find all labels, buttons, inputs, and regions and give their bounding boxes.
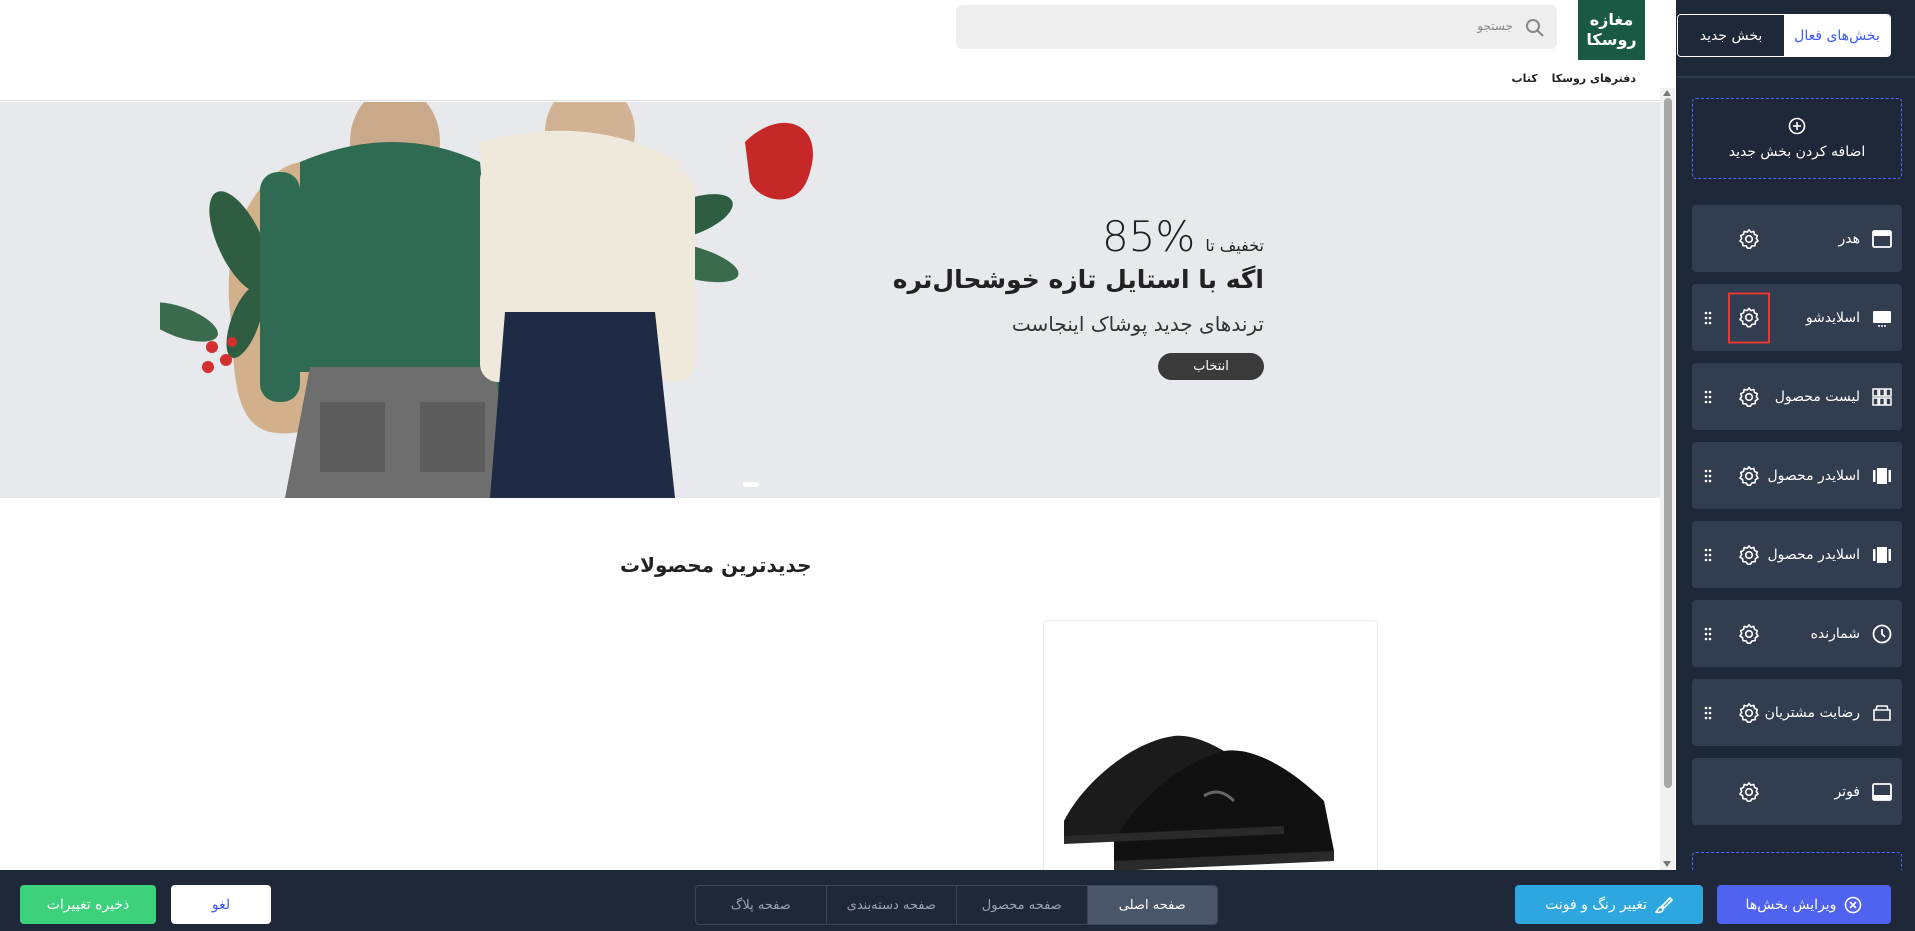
nav-link[interactable]: کتاب xyxy=(1512,72,1538,85)
tab-home-page[interactable]: صفحه اصلی xyxy=(1086,886,1217,924)
banner-cta-button[interactable]: انتخاب xyxy=(1158,353,1264,380)
store-logo[interactable]: مغازه روسکا xyxy=(1578,0,1645,60)
hero-slideshow: تخفیف تا 85% اگه با استایل تازه خوشحال‌ت… xyxy=(0,102,1660,498)
section-label: هدر xyxy=(1838,230,1861,247)
cancel-button[interactable]: لغو xyxy=(171,885,271,924)
store-nav: دفترهای روسکا کتاب xyxy=(1512,72,1636,85)
page-selector: صفحه اصلی صفحه محصول صفحه دسته‌بندی صفحه… xyxy=(695,885,1218,925)
drag-handle-icon[interactable] xyxy=(1704,390,1712,404)
settings-gear-icon[interactable] xyxy=(1737,227,1761,251)
settings-gear-icon[interactable] xyxy=(1728,292,1770,343)
settings-gear-icon[interactable] xyxy=(1737,701,1761,725)
drag-handle-icon[interactable] xyxy=(1704,548,1712,562)
section-label: لیست محصول xyxy=(1774,388,1860,405)
tab-plug-page[interactable]: صفحه پلاگ xyxy=(696,886,826,924)
section-item-counter[interactable]: شمارنده xyxy=(1692,600,1902,667)
section-item-slideshow[interactable]: اسلایدشو xyxy=(1692,284,1902,351)
scroll-up-icon[interactable] xyxy=(1663,90,1671,96)
drag-handle-icon[interactable] xyxy=(1704,311,1712,325)
add-section-button-bottom[interactable] xyxy=(1692,852,1902,870)
change-theme-button[interactable]: تغییر رنگ و فونت xyxy=(1515,885,1703,924)
section-label: اسلایدر محصول xyxy=(1767,467,1860,484)
edit-sections-button[interactable]: ویرایش بخش‌ها xyxy=(1717,885,1891,924)
settings-gear-icon[interactable] xyxy=(1737,622,1761,646)
nav-link[interactable]: دفترهای روسکا xyxy=(1552,72,1636,85)
section-item-product-list[interactable]: لیست محصول xyxy=(1692,363,1902,430)
section-item-testimonials[interactable]: رضایت مشتریان xyxy=(1692,679,1902,746)
section-item-header[interactable]: هدر xyxy=(1692,205,1902,272)
banner-headline: اگه با استایل تازه خوشحال‌تره xyxy=(892,265,1264,294)
search-placeholder: جستجو xyxy=(1477,19,1513,33)
section-item-product-slider[interactable]: اسلایدر محصول xyxy=(1692,521,1902,588)
section-label: اسلایدر محصول xyxy=(1767,546,1860,563)
carousel-icon xyxy=(1873,546,1891,563)
header-layout-icon xyxy=(1872,229,1892,248)
header-divider xyxy=(0,100,1660,101)
preview-scrollbar[interactable] xyxy=(1660,88,1675,870)
discount-value: 85% xyxy=(1101,212,1196,261)
grid-icon xyxy=(1872,387,1892,406)
tab-active-sections[interactable]: بخش‌های فعال xyxy=(1784,15,1890,56)
add-section-button[interactable]: اضافه کردن بخش جدید xyxy=(1692,98,1902,179)
scroll-down-icon[interactable] xyxy=(1663,861,1671,867)
slideshow-icon xyxy=(1873,310,1891,327)
scrollbar-thumb[interactable] xyxy=(1664,98,1672,788)
settings-gear-icon[interactable] xyxy=(1737,780,1761,804)
sidebar-divider xyxy=(1676,76,1915,78)
editor-bottom-bar: ویرایش بخش‌ها تغییر رنگ و فونت صفحه اصلی… xyxy=(0,870,1915,931)
tab-category-page[interactable]: صفحه دسته‌بندی xyxy=(825,886,957,924)
slide-indicator[interactable] xyxy=(743,482,759,487)
product-card[interactable] xyxy=(1043,620,1378,870)
section-item-product-slider[interactable]: اسلایدر محصول xyxy=(1692,442,1902,509)
add-circle-icon xyxy=(1788,117,1806,135)
drag-handle-icon[interactable] xyxy=(1704,469,1712,483)
products-section-title: جدیدترین محصولات xyxy=(620,553,812,577)
change-theme-label: تغییر رنگ و فونت xyxy=(1545,896,1647,913)
section-label: شمارنده xyxy=(1810,625,1860,642)
search-input[interactable]: جستجو xyxy=(956,5,1557,49)
store-preview: مغازه روسکا جستجو دفترهای روسکا کتاب تخف… xyxy=(0,0,1660,870)
drag-handle-icon[interactable] xyxy=(1704,706,1712,720)
edit-sections-label: ویرایش بخش‌ها xyxy=(1745,896,1837,913)
close-circle-icon xyxy=(1845,896,1862,913)
discount-prefix: تخفیف تا xyxy=(1205,236,1264,255)
tab-product-page[interactable]: صفحه محصول xyxy=(956,886,1087,924)
section-label: رضایت مشتریان xyxy=(1764,704,1860,721)
paint-brush-icon xyxy=(1654,896,1673,913)
banner-subline: ترندهای جدید پوشاک اینجاست xyxy=(1011,312,1264,336)
drag-handle-icon[interactable] xyxy=(1704,627,1712,641)
settings-gear-icon[interactable] xyxy=(1737,464,1761,488)
footer-layout-icon xyxy=(1872,782,1892,801)
sidebar-tabs: بخش‌های فعال بخش جدید xyxy=(1677,14,1891,57)
section-label: فوتر xyxy=(1834,783,1860,800)
discount-text: تخفیف تا 85% xyxy=(1102,212,1264,261)
settings-gear-icon[interactable] xyxy=(1737,543,1761,567)
tab-new-section[interactable]: بخش جدید xyxy=(1678,15,1784,56)
section-label: اسلایدشو xyxy=(1805,309,1860,326)
add-section-label: اضافه کردن بخش جدید xyxy=(1728,144,1866,160)
section-item-footer[interactable]: فوتر xyxy=(1692,758,1902,825)
search-icon xyxy=(1526,19,1544,37)
carousel-icon xyxy=(1873,467,1891,484)
fashion-models-image xyxy=(160,102,813,498)
settings-gear-icon[interactable] xyxy=(1737,385,1761,409)
sections-sidebar: بخش‌های فعال بخش جدید اضافه کردن بخش جدی… xyxy=(1676,0,1915,870)
clock-icon xyxy=(1872,624,1892,643)
testimonial-icon xyxy=(1873,704,1891,721)
sneaker-image xyxy=(1064,735,1334,870)
save-changes-button[interactable]: ذخیره تغییرات xyxy=(20,885,156,924)
